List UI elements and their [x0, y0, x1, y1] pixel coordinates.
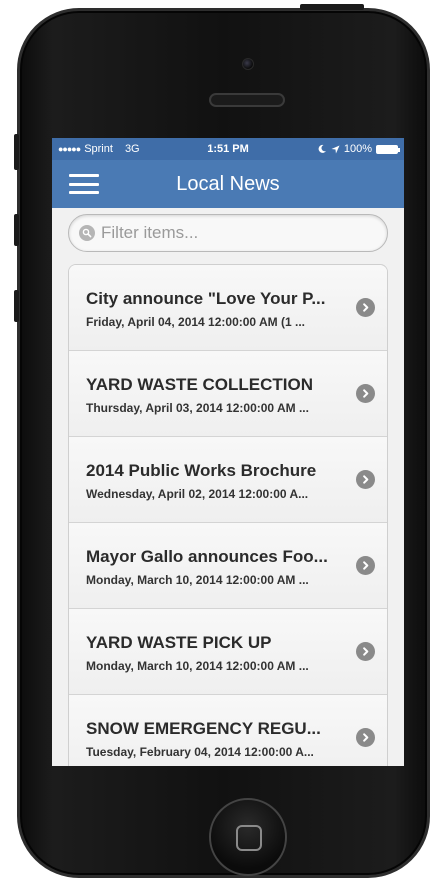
location-arrow-icon [331, 144, 340, 154]
search-icon [79, 225, 95, 241]
chevron-right-icon[interactable] [356, 728, 375, 747]
volume-down-button[interactable] [14, 290, 19, 322]
chevron-right-icon[interactable] [356, 298, 375, 317]
battery-percent: 100% [343, 143, 372, 155]
power-button[interactable] [300, 4, 364, 10]
chevron-right-icon[interactable] [356, 470, 375, 489]
list-item[interactable]: City announce "Love Your P... Friday, Ap… [69, 265, 387, 351]
item-date: Monday, March 10, 2014 12:00:00 AM ... [86, 573, 309, 587]
app-screen: ●●●●● Sprint 3G 1:51 PM 100% Local News [52, 138, 404, 766]
item-title: SNOW EMERGENCY REGU... [86, 719, 321, 738]
list-item[interactable]: Mayor Gallo announces Foo... Monday, Mar… [69, 523, 387, 609]
earpiece-speaker [209, 93, 285, 107]
list-item[interactable]: SNOW EMERGENCY REGU... Tuesday, February… [69, 695, 387, 766]
list-item[interactable]: YARD WASTE PICK UP Monday, March 10, 201… [69, 609, 387, 695]
chevron-right-icon[interactable] [356, 556, 375, 575]
item-title: YARD WASTE PICK UP [86, 633, 272, 652]
front-camera [242, 58, 254, 70]
list-item[interactable]: 2014 Public Works Brochure Wednesday, Ap… [69, 437, 387, 523]
item-title: City announce "Love Your P... [86, 289, 326, 308]
chevron-right-icon[interactable] [356, 384, 375, 403]
list-item[interactable]: YARD WASTE COLLECTION Thursday, April 03… [69, 351, 387, 437]
moon-icon [318, 144, 326, 153]
filter-input[interactable] [101, 223, 371, 243]
nav-bar: Local News [52, 160, 404, 208]
item-date: Wednesday, April 02, 2014 12:00:00 A... [86, 487, 309, 501]
item-date: Friday, April 04, 2014 12:00:00 AM (1 ..… [86, 315, 305, 329]
page-title: Local News [176, 172, 280, 195]
battery-icon [376, 144, 400, 154]
item-date: Tuesday, February 04, 2014 12:00:00 A... [86, 745, 314, 759]
filter-field[interactable] [68, 214, 388, 252]
item-title: 2014 Public Works Brochure [86, 461, 317, 480]
mute-switch[interactable] [14, 134, 19, 170]
status-right: 100% [317, 143, 400, 155]
home-button[interactable] [209, 798, 287, 876]
item-title: Mayor Gallo announces Foo... [86, 547, 328, 566]
volume-up-button[interactable] [14, 214, 19, 246]
item-date: Monday, March 10, 2014 12:00:00 AM ... [86, 659, 309, 673]
filter-bar [52, 208, 404, 258]
chevron-right-icon[interactable] [356, 642, 375, 661]
status-bar: ●●●●● Sprint 3G 1:51 PM 100% [52, 138, 404, 160]
item-title: YARD WASTE COLLECTION [86, 375, 313, 394]
home-square-icon [236, 825, 262, 851]
item-date: Thursday, April 03, 2014 12:00:00 AM ... [86, 401, 309, 415]
hamburger-icon[interactable] [69, 174, 99, 194]
news-list: City announce "Love Your P... Friday, Ap… [68, 264, 388, 766]
